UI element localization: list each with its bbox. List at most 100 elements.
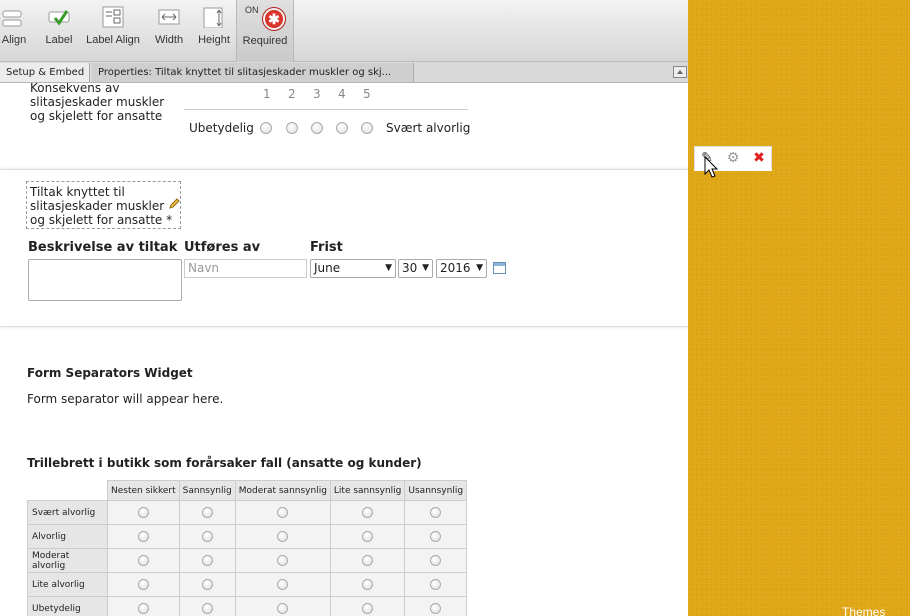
matrix-column-header: Nesten sikkert <box>107 480 180 501</box>
align-icon <box>2 10 22 27</box>
column-heading-performed-by: Utføres av <box>184 240 261 255</box>
matrix-radio[interactable] <box>362 555 374 566</box>
height-tool-button[interactable]: Height <box>194 0 234 62</box>
matrix-radio[interactable] <box>362 507 374 518</box>
align-tool-label: Align <box>1 34 27 46</box>
scale-radio-3[interactable] <box>311 122 323 134</box>
matrix-radio[interactable] <box>362 579 374 590</box>
scale-number: 1 <box>263 87 271 101</box>
matrix-radio[interactable] <box>362 603 374 614</box>
matrix-radio[interactable] <box>362 531 374 542</box>
matrix-radio[interactable] <box>201 507 213 518</box>
themes-label[interactable]: Themes <box>842 605 885 616</box>
matrix-radio[interactable] <box>201 579 213 590</box>
scale-radio-5[interactable] <box>361 122 373 134</box>
scale-number: 3 <box>313 87 321 101</box>
properties-toolbar: Align Label Label Align Width Height ON … <box>0 0 688 62</box>
scale-number: 4 <box>338 87 346 101</box>
scale-radio-2[interactable] <box>286 122 298 134</box>
matrix-radio[interactable] <box>137 531 149 542</box>
matrix-row-label: Moderat alvorlig <box>27 548 108 573</box>
mouse-cursor-icon <box>704 156 719 178</box>
matrix-radio[interactable] <box>137 507 149 518</box>
matrix-radio[interactable] <box>277 507 289 518</box>
table-row: Moderat alvorlig <box>27 548 468 573</box>
label-icon <box>48 10 70 26</box>
name-input[interactable]: Navn <box>184 259 307 278</box>
matrix-column-header: Usannsynlig <box>404 480 468 501</box>
label-tool-button[interactable]: Label <box>40 0 78 62</box>
scale-high-label: Svært alvorlig <box>386 121 471 135</box>
matrix-radio[interactable] <box>430 507 442 518</box>
matrix-radio[interactable] <box>430 579 442 590</box>
height-icon <box>203 7 223 28</box>
table-row: Lite alvorlig <box>27 572 468 597</box>
table-row: Ubetydelig <box>27 596 468 616</box>
matrix-radio[interactable] <box>430 555 442 566</box>
matrix-column-header: Moderat sannsynlig <box>234 480 331 501</box>
scale-low-label: Ubetydelig <box>189 121 254 135</box>
calendar-icon[interactable] <box>493 262 506 274</box>
day-select-value: 30 <box>402 261 418 275</box>
label-align-tool-label: Label Align <box>86 34 140 46</box>
matrix-row-label: Svært alvorlig <box>27 500 108 525</box>
matrix-question-title: Trillebrett i butikk som forårsaker fall… <box>27 456 422 470</box>
matrix-column-header: Sannsynlig <box>178 480 236 501</box>
matrix-radio[interactable] <box>137 555 149 566</box>
scale-question-label: Konsekvens av slitasjeskader muskler og … <box>30 83 165 123</box>
year-select[interactable]: 2016 ▼ <box>436 259 487 278</box>
matrix-radio[interactable] <box>430 603 442 614</box>
matrix-radio[interactable] <box>201 603 213 614</box>
month-select-value: June <box>314 261 341 275</box>
selected-field-label[interactable]: Tiltak knyttet til slitasjeskader muskle… <box>26 181 181 229</box>
tab-properties[interactable]: Properties: Tiltak knyttet til slitasjes… <box>92 63 414 82</box>
chevron-down-icon: ▼ <box>422 263 429 273</box>
matrix-radio[interactable] <box>277 531 289 542</box>
matrix-radio[interactable] <box>277 555 289 566</box>
matrix-radio[interactable] <box>137 579 149 590</box>
matrix-radio[interactable] <box>277 603 289 614</box>
align-tool-button[interactable]: Align <box>0 0 28 62</box>
day-select[interactable]: 30 ▼ <box>398 259 433 278</box>
edit-pencil-icon[interactable] <box>168 197 181 210</box>
form-canvas: Konsekvens av slitasjeskader muskler og … <box>0 83 688 616</box>
matrix-corner <box>27 480 108 501</box>
year-select-value: 2016 <box>440 261 471 275</box>
required-state-label: ON <box>245 5 259 15</box>
matrix-radio[interactable] <box>201 555 213 566</box>
tab-setup-embed[interactable]: Setup & Embed <box>0 63 90 82</box>
width-tool-label: Width <box>154 34 184 46</box>
selected-field-label-text: Tiltak knyttet til slitasjeskader muskle… <box>30 185 173 227</box>
width-tool-button[interactable]: Width <box>150 0 188 62</box>
close-icon[interactable]: ✖ <box>751 150 767 166</box>
column-heading-description: Beskrivelse av tiltak <box>28 240 178 255</box>
table-row: Alvorlig <box>27 524 468 549</box>
table-row: Svært alvorlig <box>27 500 468 525</box>
matrix-row-label: Lite alvorlig <box>27 572 108 597</box>
collapse-panel-icon[interactable] <box>673 66 687 78</box>
height-tool-label: Height <box>198 34 230 46</box>
gear-icon[interactable]: ⚙ <box>725 150 741 166</box>
matrix-radio[interactable] <box>201 531 213 542</box>
label-tool-label: Label <box>45 34 73 46</box>
description-textarea[interactable] <box>28 259 182 301</box>
label-align-icon <box>102 6 124 28</box>
scale-number: 2 <box>288 87 296 101</box>
month-select[interactable]: June ▼ <box>310 259 396 278</box>
scale-radio-4[interactable] <box>336 122 348 134</box>
width-icon <box>158 9 180 25</box>
required-toggle-button[interactable]: ON ✱ Required <box>236 0 294 62</box>
scale-radio-1[interactable] <box>260 122 272 134</box>
separator-widget-title: Form Separators Widget <box>27 366 193 380</box>
matrix-radio[interactable] <box>430 531 442 542</box>
chevron-down-icon: ▼ <box>385 263 392 273</box>
required-tool-label: Required <box>242 35 288 47</box>
label-align-tool-button[interactable]: Label Align <box>84 0 142 62</box>
scale-number: 5 <box>363 87 371 101</box>
matrix-row-label: Alvorlig <box>27 524 108 549</box>
column-heading-deadline: Frist <box>310 240 343 255</box>
matrix-radio[interactable] <box>277 579 289 590</box>
matrix-row-label: Ubetydelig <box>27 596 108 616</box>
risk-matrix-table: Nesten sikkert Sannsynlig Moderat sannsy… <box>27 480 468 616</box>
matrix-radio[interactable] <box>137 603 149 614</box>
